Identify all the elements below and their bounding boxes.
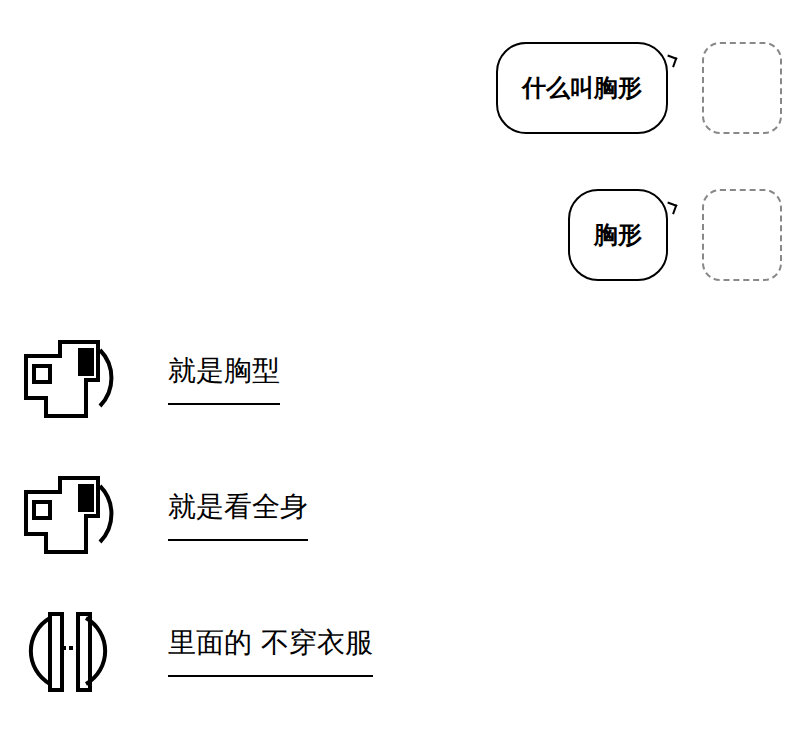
message-bubble[interactable]: 什么叫胸形 [496, 42, 668, 134]
message-text[interactable]: 里面的 不穿衣服 [168, 625, 373, 677]
avatar-icon[interactable] [702, 42, 782, 134]
message-row: 里面的 不穿衣服 [0, 608, 812, 694]
avatar-icon[interactable] [702, 189, 782, 281]
message-bubble[interactable]: 胸形 [568, 189, 668, 281]
message-row: 就是看全身 [0, 472, 812, 558]
avatar-icon[interactable] [20, 472, 116, 558]
bubble-tail [665, 55, 678, 68]
message-text[interactable]: 就是胸型 [168, 353, 280, 405]
message-row: 就是胸型 [0, 336, 812, 422]
chat-view: 什么叫胸形胸形就是胸型就是看全身里面的 不穿衣服 [0, 0, 812, 754]
bubble-tail [665, 202, 678, 215]
avatar-icon[interactable] [20, 608, 116, 694]
message-row: 什么叫胸形 [0, 42, 812, 134]
avatar-icon[interactable] [20, 336, 116, 422]
message-row: 胸形 [0, 189, 812, 281]
message-text[interactable]: 就是看全身 [168, 489, 308, 541]
